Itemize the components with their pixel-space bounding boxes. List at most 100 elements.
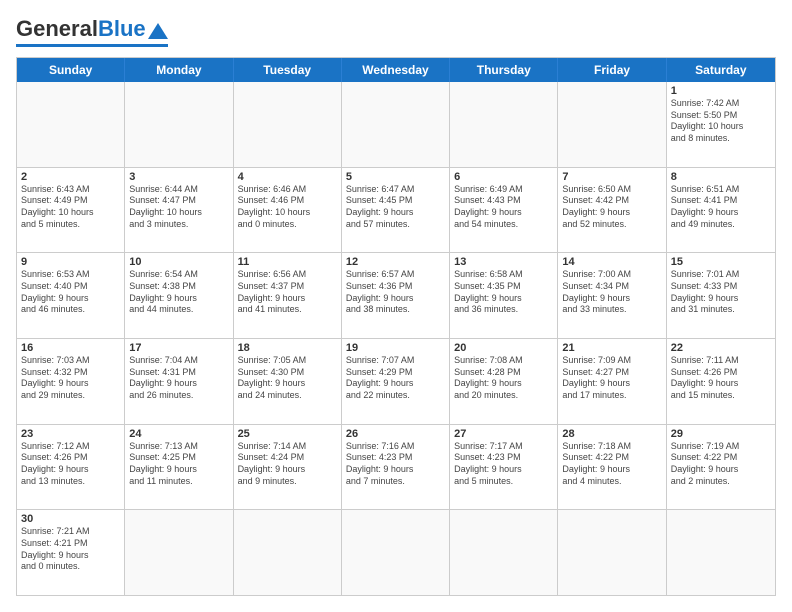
day-info: Sunrise: 7:21 AM Sunset: 4:21 PM Dayligh… (21, 526, 120, 573)
weekday-header-saturday: Saturday (667, 58, 775, 82)
calendar-cell (125, 510, 233, 595)
day-info: Sunrise: 7:03 AM Sunset: 4:32 PM Dayligh… (21, 355, 120, 402)
calendar-cell: 28Sunrise: 7:18 AM Sunset: 4:22 PM Dayli… (558, 425, 666, 510)
calendar-cell: 14Sunrise: 7:00 AM Sunset: 4:34 PM Dayli… (558, 253, 666, 338)
day-number: 17 (129, 342, 228, 354)
weekday-header-thursday: Thursday (450, 58, 558, 82)
calendar-cell: 15Sunrise: 7:01 AM Sunset: 4:33 PM Dayli… (667, 253, 775, 338)
day-number: 22 (671, 342, 771, 354)
logo: General Blue (16, 16, 168, 47)
calendar-cell: 5Sunrise: 6:47 AM Sunset: 4:45 PM Daylig… (342, 168, 450, 253)
day-number: 20 (454, 342, 553, 354)
day-number: 28 (562, 428, 661, 440)
logo-triangle-icon (148, 23, 168, 39)
day-info: Sunrise: 7:42 AM Sunset: 5:50 PM Dayligh… (671, 98, 771, 145)
calendar-cell: 1Sunrise: 7:42 AM Sunset: 5:50 PM Daylig… (667, 82, 775, 167)
day-number: 24 (129, 428, 228, 440)
calendar-cell (342, 510, 450, 595)
day-number: 26 (346, 428, 445, 440)
day-info: Sunrise: 7:04 AM Sunset: 4:31 PM Dayligh… (129, 355, 228, 402)
day-info: Sunrise: 6:56 AM Sunset: 4:37 PM Dayligh… (238, 269, 337, 316)
calendar-cell (450, 82, 558, 167)
day-info: Sunrise: 6:49 AM Sunset: 4:43 PM Dayligh… (454, 184, 553, 231)
calendar: SundayMondayTuesdayWednesdayThursdayFrid… (16, 57, 776, 596)
calendar-header: SundayMondayTuesdayWednesdayThursdayFrid… (17, 58, 775, 82)
weekday-header-wednesday: Wednesday (342, 58, 450, 82)
day-number: 13 (454, 256, 553, 268)
calendar-cell: 30Sunrise: 7:21 AM Sunset: 4:21 PM Dayli… (17, 510, 125, 595)
day-number: 9 (21, 256, 120, 268)
day-number: 2 (21, 171, 120, 183)
weekday-header-sunday: Sunday (17, 58, 125, 82)
day-info: Sunrise: 6:43 AM Sunset: 4:49 PM Dayligh… (21, 184, 120, 231)
calendar-row-4: 16Sunrise: 7:03 AM Sunset: 4:32 PM Dayli… (17, 339, 775, 425)
calendar-cell: 7Sunrise: 6:50 AM Sunset: 4:42 PM Daylig… (558, 168, 666, 253)
calendar-cell: 22Sunrise: 7:11 AM Sunset: 4:26 PM Dayli… (667, 339, 775, 424)
calendar-cell: 19Sunrise: 7:07 AM Sunset: 4:29 PM Dayli… (342, 339, 450, 424)
day-info: Sunrise: 6:50 AM Sunset: 4:42 PM Dayligh… (562, 184, 661, 231)
calendar-cell: 16Sunrise: 7:03 AM Sunset: 4:32 PM Dayli… (17, 339, 125, 424)
day-info: Sunrise: 6:47 AM Sunset: 4:45 PM Dayligh… (346, 184, 445, 231)
day-info: Sunrise: 7:17 AM Sunset: 4:23 PM Dayligh… (454, 441, 553, 488)
calendar-cell: 10Sunrise: 6:54 AM Sunset: 4:38 PM Dayli… (125, 253, 233, 338)
day-info: Sunrise: 7:14 AM Sunset: 4:24 PM Dayligh… (238, 441, 337, 488)
calendar-row-3: 9Sunrise: 6:53 AM Sunset: 4:40 PM Daylig… (17, 253, 775, 339)
calendar-cell: 27Sunrise: 7:17 AM Sunset: 4:23 PM Dayli… (450, 425, 558, 510)
calendar-cell: 18Sunrise: 7:05 AM Sunset: 4:30 PM Dayli… (234, 339, 342, 424)
day-number: 30 (21, 513, 120, 525)
calendar-cell: 12Sunrise: 6:57 AM Sunset: 4:36 PM Dayli… (342, 253, 450, 338)
day-number: 3 (129, 171, 228, 183)
calendar-row-6: 30Sunrise: 7:21 AM Sunset: 4:21 PM Dayli… (17, 510, 775, 595)
calendar-cell (234, 82, 342, 167)
day-info: Sunrise: 7:11 AM Sunset: 4:26 PM Dayligh… (671, 355, 771, 402)
day-info: Sunrise: 6:44 AM Sunset: 4:47 PM Dayligh… (129, 184, 228, 231)
calendar-cell: 11Sunrise: 6:56 AM Sunset: 4:37 PM Dayli… (234, 253, 342, 338)
day-number: 15 (671, 256, 771, 268)
day-info: Sunrise: 6:53 AM Sunset: 4:40 PM Dayligh… (21, 269, 120, 316)
day-number: 14 (562, 256, 661, 268)
calendar-row-1: 1Sunrise: 7:42 AM Sunset: 5:50 PM Daylig… (17, 82, 775, 168)
day-info: Sunrise: 7:19 AM Sunset: 4:22 PM Dayligh… (671, 441, 771, 488)
calendar-row-2: 2Sunrise: 6:43 AM Sunset: 4:49 PM Daylig… (17, 168, 775, 254)
calendar-cell: 9Sunrise: 6:53 AM Sunset: 4:40 PM Daylig… (17, 253, 125, 338)
day-info: Sunrise: 6:54 AM Sunset: 4:38 PM Dayligh… (129, 269, 228, 316)
day-number: 29 (671, 428, 771, 440)
calendar-cell: 2Sunrise: 6:43 AM Sunset: 4:49 PM Daylig… (17, 168, 125, 253)
calendar-cell (450, 510, 558, 595)
calendar-cell: 24Sunrise: 7:13 AM Sunset: 4:25 PM Dayli… (125, 425, 233, 510)
day-number: 6 (454, 171, 553, 183)
day-number: 5 (346, 171, 445, 183)
weekday-header-tuesday: Tuesday (234, 58, 342, 82)
calendar-cell: 25Sunrise: 7:14 AM Sunset: 4:24 PM Dayli… (234, 425, 342, 510)
day-number: 7 (562, 171, 661, 183)
day-number: 16 (21, 342, 120, 354)
day-info: Sunrise: 7:18 AM Sunset: 4:22 PM Dayligh… (562, 441, 661, 488)
logo-general-text: General (16, 16, 98, 42)
day-info: Sunrise: 7:16 AM Sunset: 4:23 PM Dayligh… (346, 441, 445, 488)
day-info: Sunrise: 6:58 AM Sunset: 4:35 PM Dayligh… (454, 269, 553, 316)
day-number: 12 (346, 256, 445, 268)
header: General Blue (16, 16, 776, 47)
day-info: Sunrise: 6:46 AM Sunset: 4:46 PM Dayligh… (238, 184, 337, 231)
weekday-header-friday: Friday (558, 58, 666, 82)
calendar-cell (558, 82, 666, 167)
day-number: 11 (238, 256, 337, 268)
calendar-cell (125, 82, 233, 167)
logo-blue-text: Blue (98, 16, 146, 42)
calendar-cell: 21Sunrise: 7:09 AM Sunset: 4:27 PM Dayli… (558, 339, 666, 424)
day-info: Sunrise: 7:05 AM Sunset: 4:30 PM Dayligh… (238, 355, 337, 402)
day-number: 8 (671, 171, 771, 183)
day-number: 10 (129, 256, 228, 268)
day-number: 25 (238, 428, 337, 440)
calendar-cell: 23Sunrise: 7:12 AM Sunset: 4:26 PM Dayli… (17, 425, 125, 510)
day-number: 4 (238, 171, 337, 183)
calendar-cell: 26Sunrise: 7:16 AM Sunset: 4:23 PM Dayli… (342, 425, 450, 510)
day-info: Sunrise: 7:08 AM Sunset: 4:28 PM Dayligh… (454, 355, 553, 402)
calendar-cell: 17Sunrise: 7:04 AM Sunset: 4:31 PM Dayli… (125, 339, 233, 424)
calendar-cell (17, 82, 125, 167)
day-number: 23 (21, 428, 120, 440)
day-number: 1 (671, 85, 771, 97)
calendar-cell (342, 82, 450, 167)
day-info: Sunrise: 6:57 AM Sunset: 4:36 PM Dayligh… (346, 269, 445, 316)
calendar-cell: 3Sunrise: 6:44 AM Sunset: 4:47 PM Daylig… (125, 168, 233, 253)
